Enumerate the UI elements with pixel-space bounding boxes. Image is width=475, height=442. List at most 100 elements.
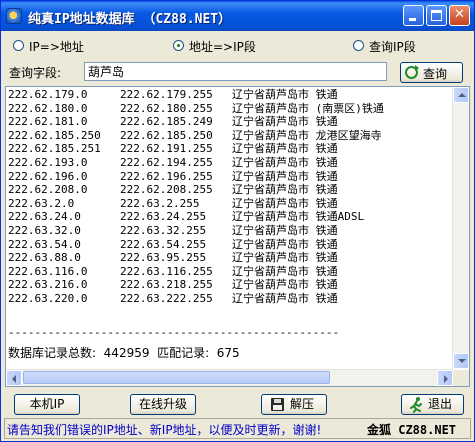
ip-range-end: 222.62.185.250	[120, 128, 213, 142]
ip-range-start: 222.63.216.0	[8, 278, 88, 292]
exit-button-label: 退出	[428, 397, 453, 411]
result-row[interactable]: 222.63.216.0 222.63.218.255 辽宁省葫芦岛市 铁通	[8, 278, 384, 292]
status-message: 请告知我们错误的IP地址、新IP地址，以便及时更新，谢谢!	[7, 423, 322, 437]
ip-range-start: 222.63.24.0	[8, 210, 81, 224]
radio-label: 查询IP段	[369, 40, 416, 54]
ip-range-start: 222.62.196.0	[8, 169, 88, 183]
unzip-button[interactable]: 解压	[261, 394, 327, 415]
arrow-down-icon	[458, 359, 466, 363]
app-window: 纯真IP地址数据库 （CZ88.NET） ✕ IP=>地址 地址=>IP段 查询…	[0, 0, 475, 442]
arrow-up-icon	[458, 93, 466, 97]
ip-range-start: 222.62.181.0	[8, 115, 88, 129]
result-row[interactable]: 222.63.54.0 222.63.54.255 辽宁省葫芦岛市 铁通	[8, 238, 384, 252]
result-row[interactable]: 222.63.116.0 222.63.116.255 辽宁省葫芦岛市 铁通	[8, 265, 384, 279]
location-text: 辽宁省葫芦岛市 龙港区望海寺	[232, 128, 382, 142]
location-text: 辽宁省葫芦岛市 铁通	[232, 142, 338, 156]
result-row[interactable]: 222.62.185.251 222.62.191.255 辽宁省葫芦岛市 铁通	[8, 142, 384, 156]
ip-range-end: 222.62.191.255	[120, 142, 213, 156]
ip-range-end: 222.63.2.255	[120, 196, 200, 210]
ip-range-start: 222.63.54.0	[8, 237, 81, 251]
result-row[interactable]: 222.63.220.0 222.63.222.255 辽宁省葫芦岛市 铁通	[8, 292, 384, 306]
arrow-right-icon	[444, 375, 448, 383]
query-input[interactable]	[84, 62, 387, 81]
title-bar[interactable]: 纯真IP地址数据库 （CZ88.NET） ✕	[1, 1, 474, 31]
exit-button[interactable]: 退出	[401, 394, 464, 415]
horizontal-scrollbar[interactable]	[6, 369, 453, 386]
radio-dot	[353, 40, 364, 51]
scroll-right-button[interactable]	[437, 370, 453, 386]
scroll-up-button[interactable]	[453, 87, 469, 103]
arrow-left-icon	[12, 375, 16, 383]
ip-range-end: 222.63.54.255	[120, 237, 207, 251]
location-text: 辽宁省葫芦岛市 铁通	[232, 115, 338, 129]
floppy-disk-icon	[271, 398, 284, 411]
app-icon[interactable]	[6, 8, 22, 24]
location-text: 辽宁省葫芦岛市 铁通	[232, 251, 338, 265]
result-row[interactable]: 222.62.193.0 222.62.194.255 辽宁省葫芦岛市 铁通	[8, 156, 384, 170]
result-row[interactable]: 222.62.208.0 222.62.208.255 辽宁省葫芦岛市 铁通	[8, 183, 384, 197]
result-row[interactable]: 222.63.88.0 222.63.95.255 辽宁省葫芦岛市 铁通	[8, 251, 384, 265]
ip-range-start: 222.63.88.0	[8, 251, 81, 265]
result-row[interactable]: 222.62.185.250 222.62.185.250 辽宁省葫芦岛市 龙港区望…	[8, 129, 384, 143]
mode-selector: IP=>地址 地址=>IP段 查询IP段	[1, 38, 474, 56]
location-text: 辽宁省葫芦岛市 (南票区)铁通	[232, 101, 384, 115]
scrollbar-corner	[453, 370, 469, 386]
ip-range-start: 222.63.116.0	[8, 264, 88, 278]
scroll-left-button[interactable]	[6, 370, 22, 386]
location-text: 辽宁省葫芦岛市 铁通	[232, 223, 338, 237]
ip-range-end: 222.63.32.255	[120, 223, 207, 237]
ip-range-start: 222.62.185.250	[8, 128, 101, 142]
scroll-down-button[interactable]	[453, 353, 469, 369]
local-ip-button[interactable]: 本机IP	[14, 394, 80, 415]
online-upgrade-button[interactable]: 在线升级	[130, 394, 196, 415]
ip-range-start: 222.62.185.251	[8, 142, 101, 156]
ip-range-start: 222.63.32.0	[8, 223, 81, 237]
radio-label: 地址=>IP段	[189, 40, 256, 54]
result-row[interactable]: 222.62.179.0 222.62.179.255 辽宁省葫芦岛市 铁通	[8, 88, 384, 102]
ip-range-end: 222.63.218.255	[120, 278, 213, 292]
ip-range-end: 222.62.208.255	[120, 183, 213, 197]
minimize-icon	[409, 18, 416, 21]
ip-range-start: 222.62.208.0	[8, 183, 88, 197]
location-text: 辽宁省葫芦岛市 铁通	[232, 155, 338, 169]
location-text: 辽宁省葫芦岛市 铁通	[232, 264, 338, 278]
radio-dot-selected	[173, 40, 184, 51]
location-text: 辽宁省葫芦岛市 铁通	[232, 169, 338, 183]
ip-range-start: 222.62.179.0	[8, 88, 88, 101]
result-row[interactable]: 222.63.24.0 222.63.24.255 辽宁省葫芦岛市 铁通ADSL	[8, 210, 384, 224]
maximize-icon	[431, 10, 442, 21]
location-text: 辽宁省葫芦岛市 铁通	[232, 183, 338, 197]
status-bar: 请告知我们错误的IP地址、新IP地址，以便及时更新，谢谢! 金狐 CZ88.NE…	[4, 418, 471, 439]
refresh-icon	[405, 65, 419, 79]
result-row[interactable]: 222.63.32.0 222.63.32.255 辽宁省葫芦岛市 铁通	[8, 224, 384, 238]
result-row[interactable]: 222.62.180.0 222.62.180.255 辽宁省葫芦岛市 (南票区)铁…	[8, 102, 384, 116]
radio-dot	[13, 40, 24, 51]
maximize-button[interactable]	[426, 5, 447, 26]
window-title: 纯真IP地址数据库 （CZ88.NET）	[28, 12, 232, 27]
result-row[interactable]: 222.63.2.0 222.63.2.255 辽宁省葫芦岛市 铁通	[8, 197, 384, 211]
location-text: 辽宁省葫芦岛市 铁通ADSL	[232, 210, 365, 224]
result-row[interactable]: 222.62.196.0 222.62.196.255 辽宁省葫芦岛市 铁通	[8, 170, 384, 184]
query-button[interactable]: 查询	[400, 62, 463, 83]
vertical-scrollbar[interactable]	[452, 87, 469, 369]
ip-range-end: 222.63.116.255	[120, 264, 213, 278]
minimize-button[interactable]	[403, 5, 424, 26]
running-man-icon	[410, 397, 422, 413]
result-row[interactable]: 222.62.181.0 222.62.185.249 辽宁省葫芦岛市 铁通	[8, 115, 384, 129]
separator-line: ----------------------------------------…	[8, 326, 340, 339]
ip-range-end: 222.62.185.249	[120, 115, 213, 129]
ip-range-start: 222.62.180.0	[8, 101, 88, 115]
ip-range-start: 222.63.2.0	[8, 196, 75, 210]
results-list[interactable]: 222.62.179.0 222.62.179.255 辽宁省葫芦岛市 铁通 222.…	[5, 86, 470, 387]
horizontal-scroll-thumb[interactable]	[23, 371, 330, 384]
ip-range-end: 222.62.179.255	[120, 88, 213, 101]
location-text: 辽宁省葫芦岛市 铁通	[232, 278, 338, 292]
query-button-label: 查询	[423, 67, 448, 81]
record-stats: 数据库记录总数: 442959 匹配记录: 675	[8, 346, 240, 360]
radio-label: IP=>地址	[29, 40, 84, 54]
close-icon: ✕	[454, 7, 465, 22]
location-text: 辽宁省葫芦岛市 铁通	[232, 291, 338, 305]
close-button[interactable]: ✕	[449, 5, 470, 26]
query-label: 查询字段:	[9, 66, 62, 80]
location-text: 辽宁省葫芦岛市 铁通	[232, 196, 338, 210]
